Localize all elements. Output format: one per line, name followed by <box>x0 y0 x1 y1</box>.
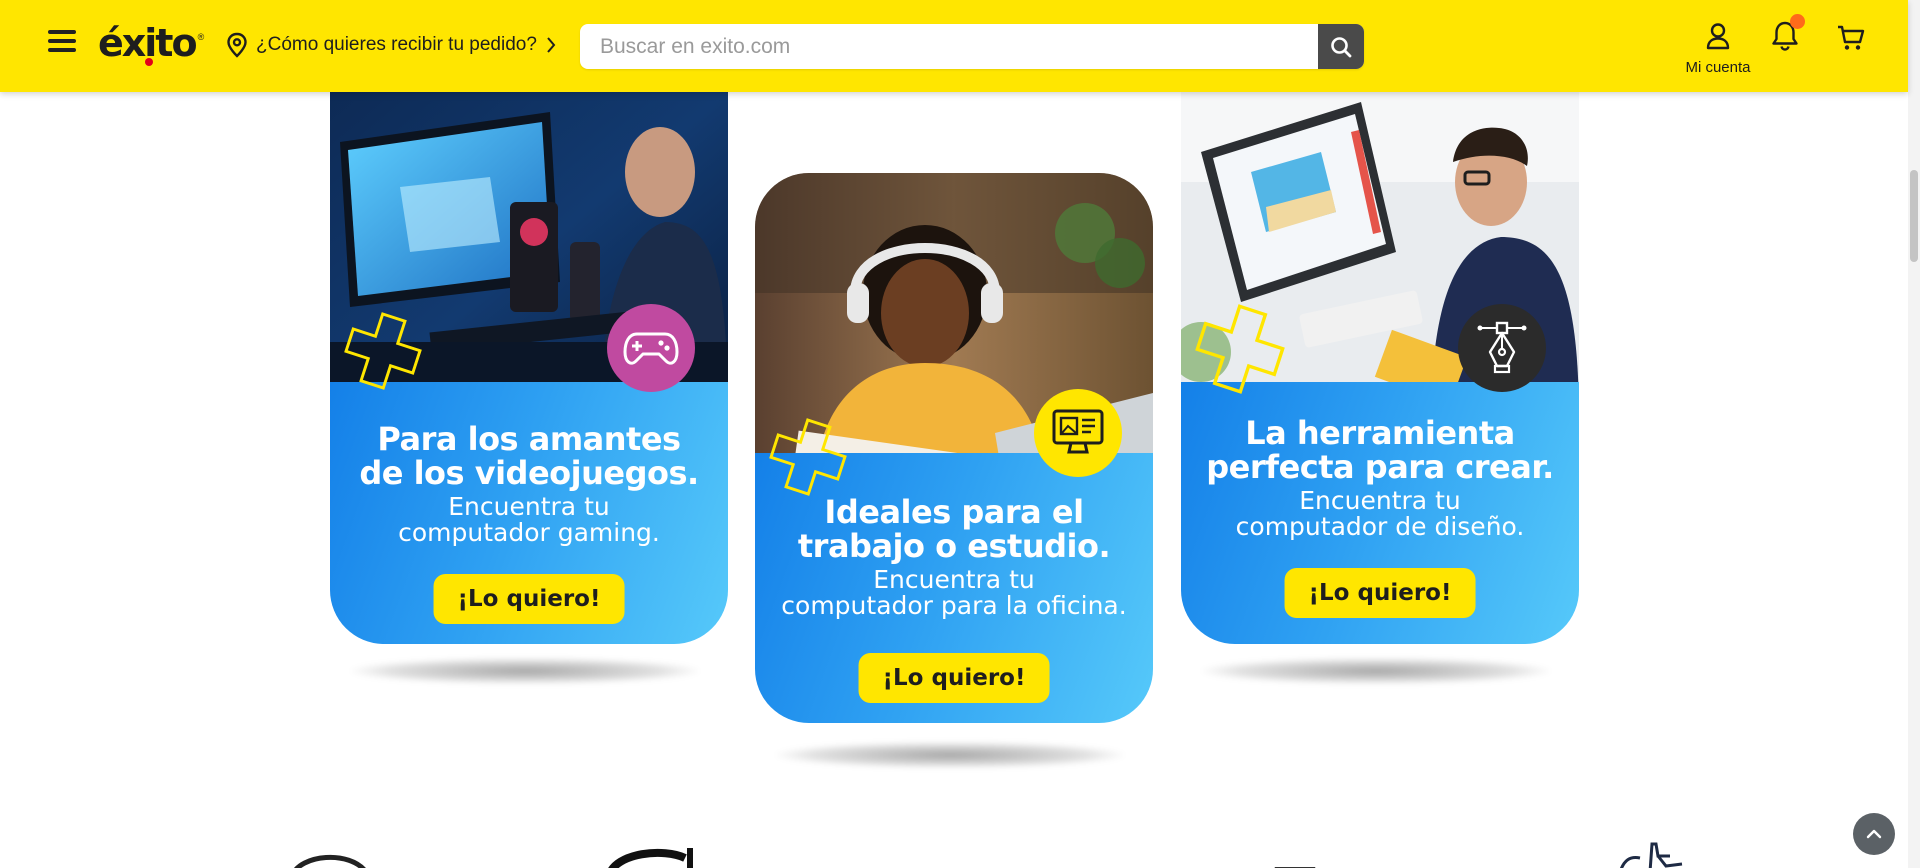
banner-office-headline-2: trabajo o estudio. <box>797 527 1111 565</box>
exito-logo[interactable]: éxito ® <box>98 18 204 68</box>
monitor-badge <box>1034 389 1122 477</box>
location-pin-icon <box>227 32 247 58</box>
delivery-location-button[interactable]: ¿Cómo quieres recibir tu pedido? <box>226 32 557 58</box>
banner-design-cta-button[interactable]: ¡Lo quiero! <box>1284 568 1476 618</box>
cart-icon <box>1838 25 1865 50</box>
hamburger-menu-icon[interactable] <box>48 30 76 58</box>
banner-gaming-headline-1: Para los amantes <box>377 420 681 458</box>
cart-button[interactable] <box>1836 24 1866 54</box>
page: éxito ® ¿Cómo quieres recibir tu pedido? <box>0 0 1920 868</box>
my-account-label: Mi cuenta <box>1685 59 1751 76</box>
search-bar <box>580 24 1364 69</box>
banner-gaming-caption: Para los amantes de los videojuegos. Enc… <box>330 422 728 546</box>
decorative-plus-icon <box>769 418 847 496</box>
banner-office-cta-button[interactable]: ¡Lo quiero! <box>858 653 1050 703</box>
product-image-peek <box>1274 867 1316 868</box>
product-image-peek <box>608 848 693 868</box>
chevron-right-icon <box>547 37 556 53</box>
search-icon <box>1331 36 1352 57</box>
my-account-button[interactable]: Mi cuenta <box>1680 22 1756 76</box>
search-input[interactable] <box>580 24 1318 69</box>
logo-red-dot <box>145 58 153 66</box>
decorative-plus-icon <box>344 312 422 390</box>
banner-shadow <box>775 742 1125 768</box>
page-scrollbar[interactable] <box>1908 0 1920 868</box>
gamepad-icon <box>623 332 679 365</box>
banner-gaming-cta-button[interactable]: ¡Lo quiero! <box>433 574 625 624</box>
pen-tool-icon <box>1477 321 1527 374</box>
banner-design-sub-1: Encuentra tu <box>1299 486 1461 515</box>
delivery-location-label: ¿Cómo quieres recibir tu pedido? <box>256 34 537 55</box>
decorative-plus-icon <box>1195 304 1285 394</box>
banner-shadow <box>1201 658 1551 684</box>
banner-shadow <box>350 658 700 684</box>
banner-design-headline-1: La herramienta <box>1245 414 1515 452</box>
top-header: éxito ® ¿Cómo quieres recibir tu pedido? <box>0 0 1908 92</box>
banner-gaming-headline-2: de los videojuegos. <box>359 454 699 492</box>
banner-gaming[interactable]: Para los amantes de los videojuegos. Enc… <box>330 92 728 644</box>
pen-tool-badge <box>1458 304 1546 392</box>
banner-gaming-sub-1: Encuentra tu <box>448 492 610 521</box>
banner-office-caption: Ideales para el trabajo o estudio. Encue… <box>755 495 1153 619</box>
registered-mark: ® <box>197 32 205 42</box>
chevron-up-icon <box>1866 829 1882 839</box>
banner-office-sub-2: computador para la oficina. <box>781 591 1127 620</box>
notification-dot <box>1790 14 1805 29</box>
search-button[interactable] <box>1318 24 1364 69</box>
monitor-icon <box>1052 409 1104 454</box>
user-icon <box>1706 23 1730 50</box>
banner-gaming-sub-2: computador gaming. <box>398 518 660 547</box>
banner-office[interactable]: Ideales para el trabajo o estudio. Encue… <box>755 173 1153 723</box>
banner-office-headline-1: Ideales para el <box>824 493 1084 531</box>
banner-design-sub-2: computador de diseño. <box>1235 512 1525 541</box>
product-image-peek <box>1619 842 1683 868</box>
banner-design[interactable]: La herramienta perfecta para crear. Encu… <box>1181 92 1579 644</box>
notifications-button[interactable] <box>1770 14 1805 54</box>
banner-office-sub-1: Encuentra tu <box>873 565 1035 594</box>
product-image-peek <box>294 854 366 868</box>
scrollbar-thumb[interactable] <box>1910 170 1918 262</box>
gamepad-badge <box>607 304 695 392</box>
banner-design-headline-2: perfecta para crear. <box>1206 448 1554 486</box>
back-to-top-button[interactable] <box>1853 813 1895 855</box>
banner-design-caption: La herramienta perfecta para crear. Encu… <box>1181 416 1579 540</box>
